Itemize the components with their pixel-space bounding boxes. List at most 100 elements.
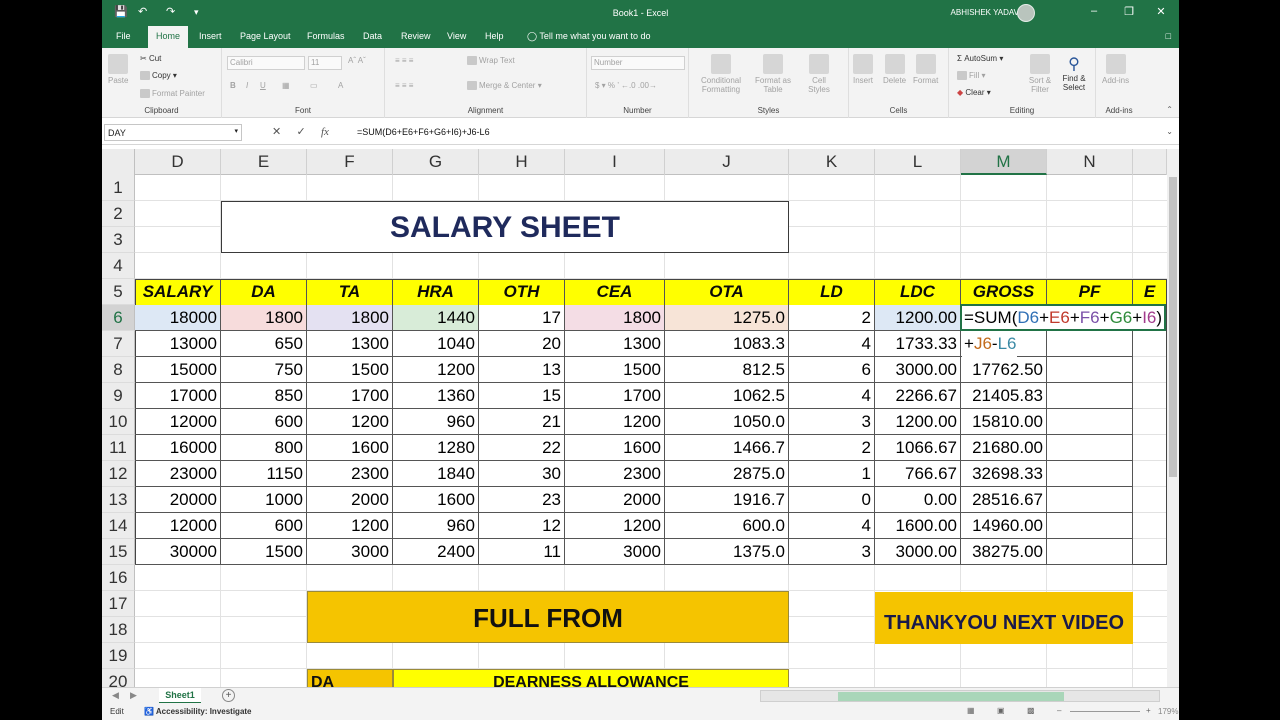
restore-icon[interactable]: ❐ (1119, 5, 1139, 18)
format-painter-button[interactable]: Format Painter (140, 89, 205, 99)
table-cell[interactable]: 13000 (135, 331, 221, 357)
gross-cell[interactable]: 14960.00 (961, 513, 1047, 539)
column-header-f[interactable]: F (307, 149, 393, 175)
zoom-in-icon[interactable]: + (1146, 706, 1151, 715)
page-layout-view-icon[interactable]: ▣ (997, 706, 1005, 715)
table-cell[interactable]: 960 (393, 513, 479, 539)
gross-cell[interactable]: 15810.00 (961, 409, 1047, 435)
table-cell[interactable]: 1062.5 (665, 383, 789, 409)
table-cell[interactable]: 4 (789, 513, 875, 539)
next-sheet-icon[interactable]: ▶ (130, 690, 137, 701)
column-header-l[interactable]: L (875, 149, 961, 175)
column-header-h[interactable]: H (479, 149, 565, 175)
table-cell[interactable]: 3 (789, 409, 875, 435)
font-size-select[interactable]: 11 (308, 56, 342, 70)
table-cell[interactable]: 600 (221, 409, 307, 435)
table-cell[interactable]: 600 (221, 513, 307, 539)
addins-button[interactable]: Add-ins (1102, 54, 1129, 85)
table-cell[interactable]: 1700 (565, 383, 665, 409)
clear-button[interactable]: ◆ Clear ▾ (957, 88, 991, 97)
table-cell[interactable]: 30 (479, 461, 565, 487)
table-cell[interactable]: 1916.7 (665, 487, 789, 513)
autosum-button[interactable]: Σ AutoSum ▾ (957, 54, 1003, 63)
tab-view[interactable]: View (447, 31, 466, 41)
column-header-j[interactable]: J (665, 149, 789, 175)
row-header-2[interactable]: 2 (102, 201, 135, 227)
gross-cell[interactable]: 28516.67 (961, 487, 1047, 513)
tab-insert[interactable]: Insert (199, 31, 222, 41)
row-header-11[interactable]: 11 (102, 435, 135, 461)
column-header-m[interactable]: M (961, 149, 1047, 175)
table-cell[interactable]: 6 (789, 357, 875, 383)
row-header-17[interactable]: 17 (102, 591, 135, 617)
table-cell[interactable]: 800 (221, 435, 307, 461)
table-cell[interactable]: 1200 (565, 513, 665, 539)
table-cell[interactable]: 1083.3 (665, 331, 789, 357)
table-cell[interactable]: 3000 (307, 539, 393, 565)
table-cell[interactable]: 1360 (393, 383, 479, 409)
insert-function-icon[interactable]: fx (321, 126, 329, 138)
underline-icon[interactable]: U (260, 81, 266, 90)
zoom-slider[interactable] (1070, 711, 1140, 712)
table-cell[interactable]: 12000 (135, 409, 221, 435)
table-cell[interactable]: 812.5 (665, 357, 789, 383)
column-header-g[interactable]: G (393, 149, 479, 175)
table-cell[interactable]: 2300 (565, 461, 665, 487)
row-header-12[interactable]: 12 (102, 461, 135, 487)
table-cell[interactable]: 3000.00 (875, 357, 961, 383)
table-cell[interactable]: 1050.0 (665, 409, 789, 435)
table-cell[interactable]: 1300 (565, 331, 665, 357)
minimize-icon[interactable]: – (1084, 5, 1104, 17)
row-header-3[interactable]: 3 (102, 227, 135, 253)
merge-center-button[interactable]: Merge & Center ▾ (467, 81, 542, 91)
horizontal-scrollbar[interactable] (760, 690, 1160, 702)
table-cell[interactable]: 1600.00 (875, 513, 961, 539)
cell-edit-formula[interactable]: +J6-L6 (962, 331, 1017, 357)
zoom-level[interactable]: 179% (1158, 707, 1178, 716)
table-cell[interactable]: 2000 (565, 487, 665, 513)
cell-styles-button[interactable]: Cell Styles (801, 54, 837, 94)
table-cell[interactable]: 1200 (307, 409, 393, 435)
table-cell[interactable]: 3000.00 (875, 539, 961, 565)
table-cell[interactable]: 1466.7 (665, 435, 789, 461)
gross-cell[interactable]: 21680.00 (961, 435, 1047, 461)
column-header-i[interactable]: I (565, 149, 665, 175)
paste-button[interactable]: Paste (108, 54, 128, 85)
gross-cell[interactable]: 32698.33 (961, 461, 1047, 487)
select-all-corner[interactable] (102, 149, 135, 175)
table-cell[interactable]: 22 (479, 435, 565, 461)
add-sheet-icon[interactable]: + (222, 689, 235, 702)
tab-help[interactable]: Help (485, 31, 504, 41)
table-cell[interactable]: 1600 (393, 487, 479, 513)
table-cell[interactable]: 766.67 (875, 461, 961, 487)
table-cell[interactable]: 23 (479, 487, 565, 513)
table-cell[interactable]: 1200.00 (875, 305, 961, 331)
table-cell[interactable]: 1800 (221, 305, 307, 331)
find-select-button[interactable]: ⚲ Find & Select (1057, 54, 1091, 92)
column-header-next[interactable] (1133, 149, 1167, 175)
prev-sheet-icon[interactable]: ◀ (112, 690, 119, 701)
pf-cell[interactable] (1047, 435, 1133, 461)
table-cell[interactable]: 650 (221, 331, 307, 357)
table-cell[interactable]: 20 (479, 331, 565, 357)
table-cell[interactable]: 11 (479, 539, 565, 565)
font-color-icon[interactable]: A (338, 81, 343, 90)
table-cell[interactable]: 600.0 (665, 513, 789, 539)
gross-cell[interactable]: 38275.00 (961, 539, 1047, 565)
table-cell[interactable]: 1 (789, 461, 875, 487)
align-left-icon[interactable]: ≡ ≡ ≡ (395, 81, 413, 90)
sheet-tab[interactable]: Sheet1 (159, 688, 201, 704)
row-header-18[interactable]: 18 (102, 617, 135, 643)
pf-cell[interactable] (1047, 513, 1133, 539)
row-header-16[interactable]: 16 (102, 565, 135, 591)
pf-cell[interactable] (1047, 409, 1133, 435)
collapse-ribbon-icon[interactable]: ⌃ (1166, 105, 1173, 114)
table-cell[interactable]: 18000 (135, 305, 221, 331)
grow-font-icon[interactable]: Aˆ Aˇ (348, 56, 366, 65)
tab-home[interactable]: Home (148, 26, 189, 48)
table-cell[interactable]: 21 (479, 409, 565, 435)
format-as-table-button[interactable]: Format as Table (751, 54, 795, 94)
table-cell[interactable]: 1500 (307, 357, 393, 383)
zoom-out-icon[interactable]: – (1057, 706, 1061, 715)
expand-formula-bar-icon[interactable]: ⌄ (1166, 127, 1173, 136)
